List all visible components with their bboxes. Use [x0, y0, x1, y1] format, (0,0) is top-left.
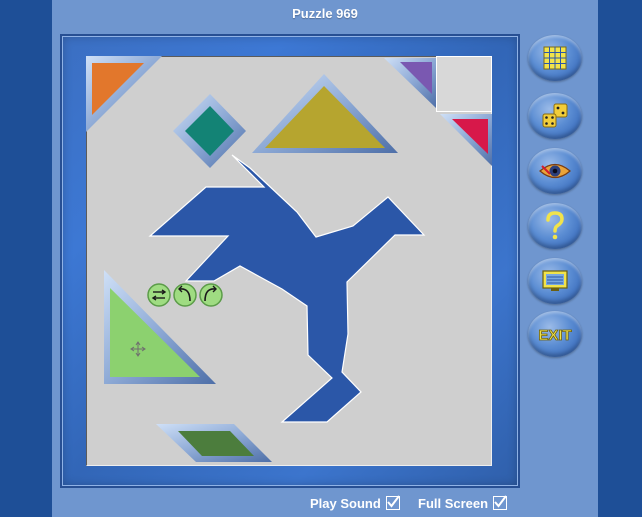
piece-red-triangle[interactable] [440, 114, 492, 166]
dice-button[interactable] [528, 93, 582, 139]
piece-orange-triangle[interactable] [86, 56, 162, 132]
grid-icon [543, 46, 567, 70]
screen-button[interactable] [528, 258, 582, 304]
monitor-icon [542, 270, 568, 291]
piece-dark-green-parallelogram[interactable] [156, 424, 272, 462]
tangram-game-window: Puzzle 969 Play Sound Full Screen EXIT [0, 0, 642, 517]
flip-button[interactable] [147, 283, 171, 307]
piece-olive-triangle[interactable] [252, 74, 398, 153]
eye-icon [539, 163, 571, 179]
exit-icon: EXIT [538, 327, 572, 345]
show-solution-button[interactable] [528, 148, 582, 194]
help-button[interactable] [528, 203, 582, 249]
puzzle-grid-button[interactable] [528, 35, 582, 81]
piece-purple-triangle[interactable] [384, 58, 436, 108]
svg-text:EXIT: EXIT [538, 327, 571, 344]
exit-button[interactable]: EXIT [528, 311, 582, 357]
rotate-right-button[interactable] [199, 283, 223, 307]
rotate-left-button[interactable] [173, 283, 197, 307]
dice-icon [542, 103, 568, 128]
question-icon [546, 211, 564, 240]
